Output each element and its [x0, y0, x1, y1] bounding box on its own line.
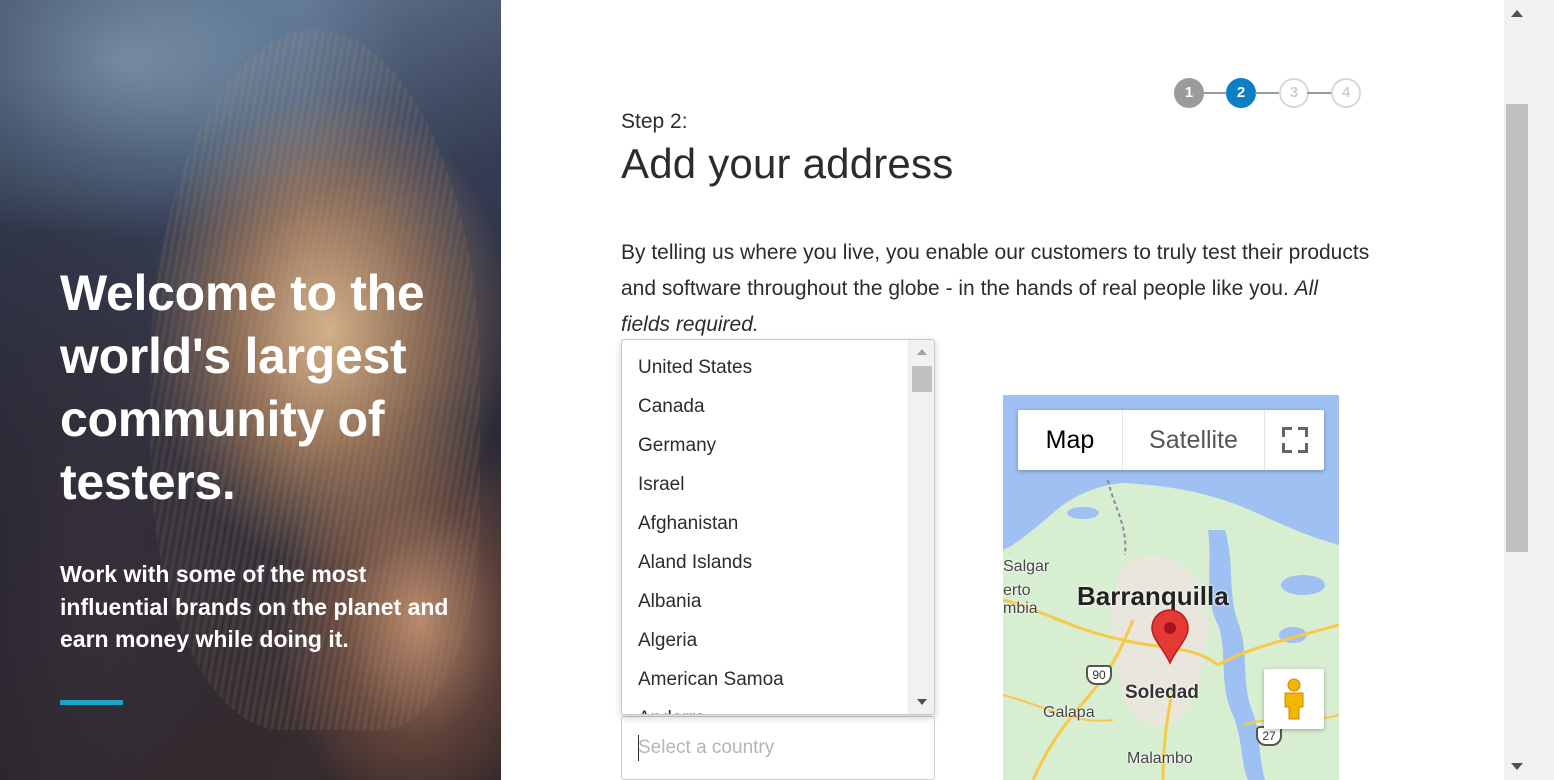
country-option[interactable]: American Samoa: [622, 660, 909, 699]
boundary-line: [1107, 479, 1127, 556]
scroll-up-arrow-icon[interactable]: [917, 349, 927, 355]
hero-subtitle: Work with some of the most influential b…: [60, 561, 449, 652]
country-options: United States Canada Germany Israel Afgh…: [622, 348, 909, 714]
satellite-view-button[interactable]: Satellite: [1122, 410, 1264, 470]
country-option[interactable]: Israel: [622, 465, 909, 504]
step-2: 2: [1226, 78, 1256, 108]
map-label-puerto: erto: [1003, 582, 1031, 599]
country-option[interactable]: United States: [622, 348, 909, 387]
fullscreen-icon[interactable]: [1264, 410, 1324, 470]
map-label-salgar: Salgar: [1003, 558, 1050, 575]
map-label-colombia: mbia: [1003, 600, 1038, 617]
step-connector: [1255, 92, 1279, 94]
map-label-malambo: Malambo: [1127, 750, 1193, 767]
country-option[interactable]: Canada: [622, 387, 909, 426]
text-caret: [638, 735, 639, 761]
hero-accent-rule: [60, 700, 123, 705]
country-option[interactable]: Andorra: [622, 699, 909, 714]
route-90-shield: 90: [1086, 665, 1112, 685]
map-type-control: Map Satellite: [1018, 410, 1324, 470]
step-label: Step 2:: [621, 110, 688, 133]
country-option[interactable]: Aland Islands: [622, 543, 909, 582]
country-option[interactable]: Afghanistan: [622, 504, 909, 543]
country-option[interactable]: Albania: [622, 582, 909, 621]
country-dropdown-list[interactable]: United States Canada Germany Israel Afgh…: [621, 339, 935, 715]
country-option[interactable]: Algeria: [622, 621, 909, 660]
pegman-icon[interactable]: [1264, 669, 1324, 729]
page-scroll-thumb[interactable]: [1506, 104, 1528, 552]
map-label-galapa: Galapa: [1043, 704, 1095, 721]
step-connector: [1307, 92, 1331, 94]
page-scroll-down-icon[interactable]: [1511, 763, 1523, 770]
page-scrollbar[interactable]: [1504, 0, 1554, 780]
step-connector: [1203, 92, 1227, 94]
country-option[interactable]: Germany: [622, 426, 909, 465]
hero-panel: Welcome to the world's largest community…: [0, 0, 501, 780]
map-label-soledad: Soledad: [1125, 682, 1199, 703]
step-4: 4: [1331, 78, 1361, 108]
intro-body: By telling us where you live, you enable…: [621, 241, 1370, 300]
page-scroll-up-icon[interactable]: [1511, 10, 1523, 17]
lagoon: [1067, 507, 1099, 519]
lagoon: [1281, 575, 1325, 595]
page-title: Add your address: [621, 140, 954, 187]
dropdown-scrollbar[interactable]: [908, 340, 934, 714]
step-3: 3: [1279, 78, 1309, 108]
map-view-button[interactable]: Map: [1018, 410, 1122, 470]
map-marker-icon[interactable]: [1150, 609, 1190, 665]
dropdown-scroll-thumb[interactable]: [912, 366, 932, 392]
hero-title: Welcome to the world's largest community…: [60, 265, 425, 510]
intro-text: By telling us where you live, you enable…: [621, 235, 1371, 343]
progress-stepper: 1 2 3 4: [1174, 78, 1364, 108]
country-input[interactable]: [621, 716, 935, 780]
step-1: 1: [1174, 78, 1204, 108]
map-label-barranquilla: Barranquilla: [1077, 581, 1229, 611]
scroll-down-arrow-icon[interactable]: [917, 699, 927, 705]
address-map[interactable]: Map Satellite Salgar erto mbia Barranqui…: [1003, 395, 1339, 780]
